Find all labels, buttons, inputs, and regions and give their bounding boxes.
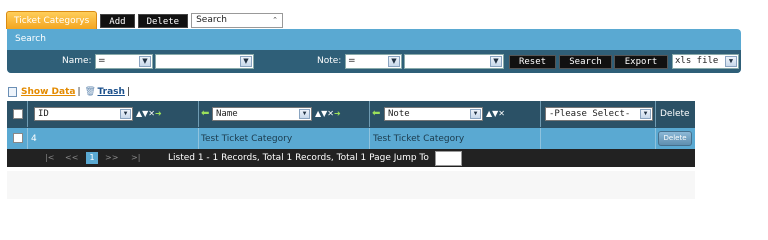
pager-info: Listed 1 - 1 Records, Total 1 Records, T… [168,153,429,163]
export-button[interactable]: Export [614,55,668,69]
extra-column-select[interactable]: -Please Select- ▼ [545,107,653,121]
row-checkbox[interactable] [13,133,23,143]
pager: |< << 1 >> >| Listed 1 - 1 Records, Tota… [7,149,695,167]
link-separator: | [126,87,130,97]
row-id: 4 [31,134,37,144]
id-sort-icons[interactable]: ▲▼✕➜ [136,108,162,120]
pager-last[interactable]: >| [131,153,140,163]
show-data-link[interactable]: Show Data [21,87,75,97]
row-note: Test Ticket Category [373,134,465,144]
view-select[interactable]: Search ⌃ [191,13,284,28]
row-delete-button[interactable]: Delete [658,131,692,146]
note-operator-value: = [348,56,356,66]
add-button[interactable]: Add [100,14,135,28]
name-sort-icons[interactable]: ▲▼✕➜ [315,108,341,120]
view-select-value: Search [196,15,227,25]
link-separator: | [77,87,81,97]
pager-current-page[interactable]: 1 [86,152,98,164]
search-panel: Search Name: = ▼ ▼ Note: = ▼ ▼ Reset Sea… [7,29,741,73]
table-row: 4 Test Ticket Category Test Ticket Categ… [7,127,695,149]
extra-column-value: -Please Select- [549,109,631,119]
note-label: Note: [317,56,342,66]
delete-button[interactable]: Delete [137,14,189,28]
note-value-select[interactable]: ▼ [404,54,504,69]
view-links: Show Data | 🗑 Trash | [8,87,130,97]
delete-column-header: Delete [660,109,690,119]
export-format-value: xls file [675,56,719,66]
note-column-value: Note [388,109,410,119]
row-name: Test Ticket Category [201,134,293,144]
select-all-checkbox[interactable] [13,109,23,119]
pager-prev[interactable]: << [65,153,78,163]
id-column-value: ID [38,109,49,119]
note-column-select[interactable]: Note ▼ [384,107,483,121]
grid-footer-area [7,171,695,199]
chevron-down-icon: ▼ [470,109,481,119]
chevron-down-icon: ▼ [388,56,400,67]
move-left-icon[interactable]: ⬅ [201,108,209,120]
trash-link[interactable]: Trash [98,87,125,97]
pager-first[interactable]: |< [45,153,54,163]
export-format-select[interactable]: xls file ▼ [672,54,739,69]
name-column-value: Name [216,109,238,119]
move-left-icon[interactable]: ⬅ [372,108,380,120]
top-toolbar: Ticket Categorys Add Delete Search ⌃ [6,11,284,29]
tab-ticket-categorys[interactable]: Ticket Categorys [6,11,98,29]
trash-icon: 🗑 [84,87,96,97]
pager-next[interactable]: >> [105,153,118,163]
chevron-down-icon: ▼ [299,109,310,119]
name-label: Name: [62,56,92,66]
chevron-down-icon: ▼ [725,56,737,67]
search-row: Name: = ▼ ▼ Note: = ▼ ▼ Reset Search Exp… [7,50,741,73]
document-icon [8,87,17,97]
search-button[interactable]: Search [559,55,612,69]
name-value-select[interactable]: ▼ [155,54,254,69]
page-jump-input[interactable] [435,151,462,166]
chevron-down-icon: ▼ [139,56,151,67]
double-chevron-icon: ⌃ [272,16,279,24]
name-operator-select[interactable]: = ▼ [95,54,153,69]
chevron-down-icon: ▼ [490,56,502,67]
note-operator-select[interactable]: = ▼ [345,54,402,69]
note-sort-icons[interactable]: ▲▼✕ [486,108,505,120]
chevron-down-icon: ▼ [240,56,252,67]
name-column-select[interactable]: Name ▼ [212,107,312,121]
name-operator-value: = [98,56,106,66]
chevron-down-icon: ▼ [640,109,651,119]
id-column-select[interactable]: ID ▼ [34,107,133,121]
data-grid: ID ▼ ▲▼✕➜ ⬅ Name ▼ ▲▼✕➜ ⬅ Note ▼ ▲▼✕ -Pl… [7,101,695,167]
grid-header: ID ▼ ▲▼✕➜ ⬅ Name ▼ ▲▼✕➜ ⬅ Note ▼ ▲▼✕ -Pl… [7,101,695,127]
chevron-down-icon: ▼ [120,109,131,119]
search-panel-title: Search [15,34,46,44]
reset-button[interactable]: Reset [509,55,556,69]
